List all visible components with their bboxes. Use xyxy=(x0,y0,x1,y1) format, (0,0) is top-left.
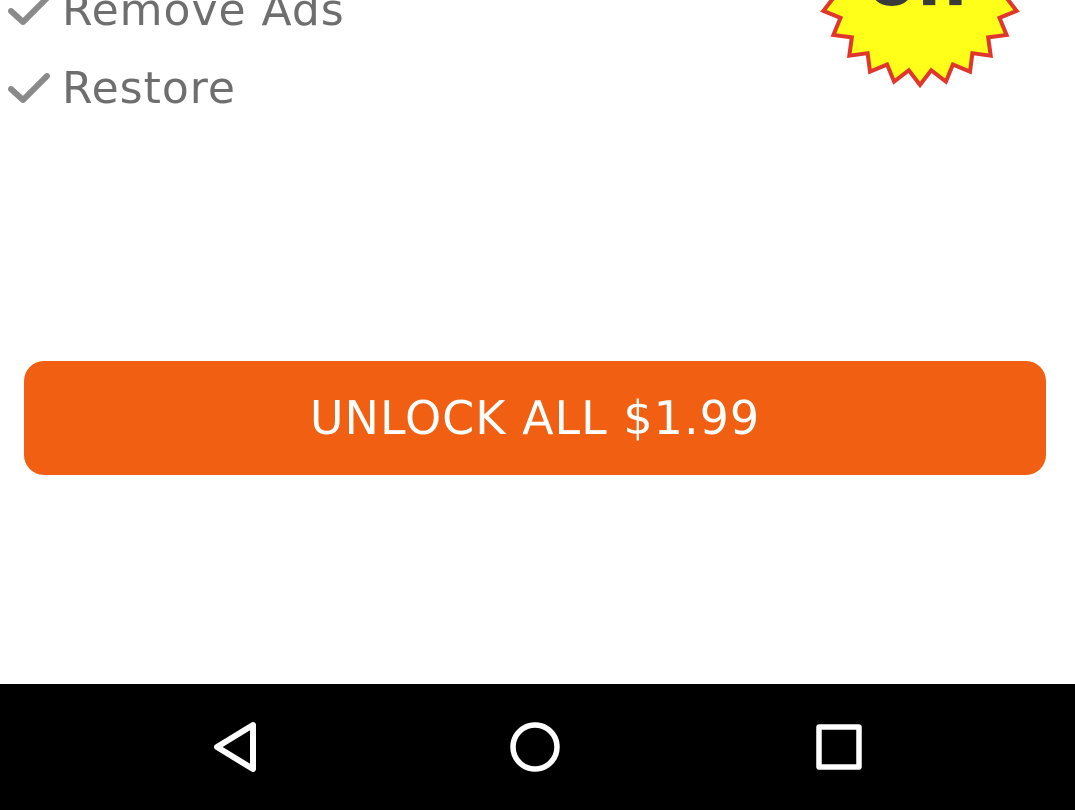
feature-restore: Restore xyxy=(8,58,236,118)
discount-badge: off xyxy=(820,0,1020,89)
app-screen: Remove Ads Restore off UNLOCK ALL $1.99 xyxy=(0,0,1075,810)
recents-square-icon xyxy=(816,724,862,770)
nav-home-button[interactable] xyxy=(475,684,595,810)
system-navigation-bar xyxy=(0,684,1075,810)
nav-back-button[interactable] xyxy=(175,684,295,810)
checkmark-icon xyxy=(8,73,50,103)
back-triangle-icon xyxy=(214,722,256,772)
unlock-all-label: UNLOCK ALL $1.99 xyxy=(309,391,761,445)
nav-recents-button[interactable] xyxy=(779,684,899,810)
unlock-all-button[interactable]: UNLOCK ALL $1.99 xyxy=(24,361,1046,475)
purchase-content: Remove Ads Restore off UNLOCK ALL $1.99 xyxy=(0,0,1075,684)
checkmark-icon xyxy=(8,0,50,25)
home-circle-icon xyxy=(510,722,560,772)
feature-label: Restore xyxy=(62,62,236,114)
feature-label: Remove Ads xyxy=(62,0,345,36)
badge-text: off xyxy=(868,0,974,22)
feature-remove-ads: Remove Ads xyxy=(8,0,345,40)
